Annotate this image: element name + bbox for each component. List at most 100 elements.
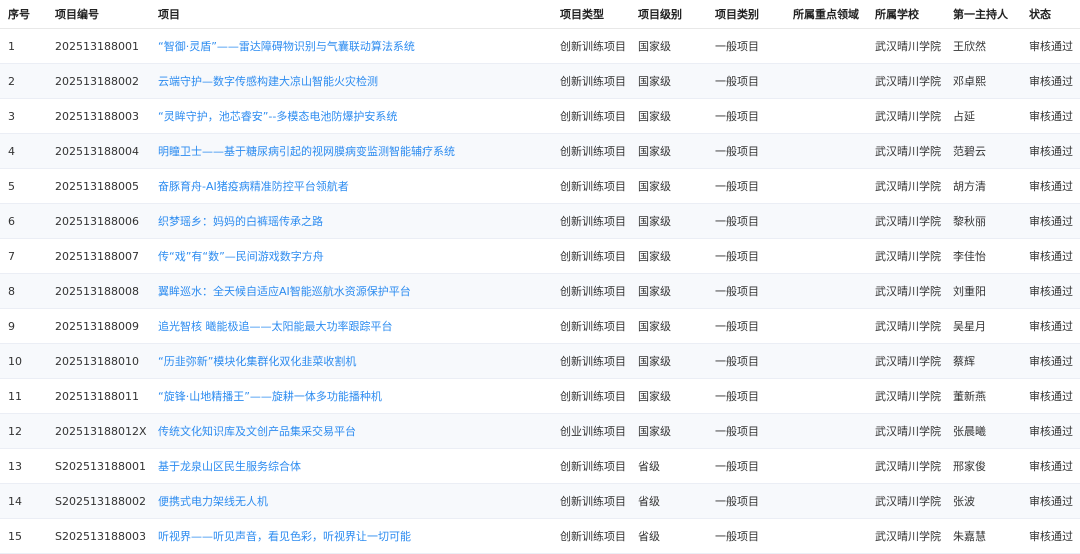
cell-type: 创新训练项目 xyxy=(552,238,630,274)
project-link[interactable]: 云端守护—数字传感构建大凉山智能火灾检测 xyxy=(158,75,378,88)
project-link[interactable]: “灵眸守护，池芯睿安”--多模态电池防爆护安系统 xyxy=(158,110,397,123)
cell-category: 一般项目 xyxy=(707,343,785,379)
cell-status: 审核通过 xyxy=(1021,28,1080,64)
cell-code: 202513188002 xyxy=(47,63,150,99)
cell-type: 创新训练项目 xyxy=(552,28,630,64)
cell-level: 国家级 xyxy=(630,168,707,204)
cell-field xyxy=(785,133,867,169)
cell-category: 一般项目 xyxy=(707,238,785,274)
cell-code: 202513188004 xyxy=(47,133,150,169)
cell-field xyxy=(785,413,867,449)
project-link[interactable]: “智御·灵盾”——雷达障碍物识别与气囊联动算法系统 xyxy=(158,40,415,53)
header-level: 项目级别 xyxy=(630,0,707,29)
project-link[interactable]: 翼眸巡水：全天候自适应AI智能巡航水资源保护平台 xyxy=(158,285,411,298)
cell-status: 审核通过 xyxy=(1021,518,1080,554)
cell-category: 一般项目 xyxy=(707,98,785,134)
cell-status: 审核通过 xyxy=(1021,63,1080,99)
cell-type: 创新训练项目 xyxy=(552,518,630,554)
cell-seq: 4 xyxy=(0,133,47,169)
cell-type: 创新训练项目 xyxy=(552,98,630,134)
project-link[interactable]: 便携式电力架线无人机 xyxy=(158,495,268,508)
cell-project: 织梦瑶乡：妈妈的白裤瑶传承之路 xyxy=(150,203,552,239)
project-link[interactable]: 传“戏”有“数”—民间游戏数字方舟 xyxy=(158,250,324,263)
cell-field xyxy=(785,273,867,309)
cell-level: 国家级 xyxy=(630,203,707,239)
cell-seq: 9 xyxy=(0,308,47,344)
header-code: 项目编号 xyxy=(47,0,150,29)
cell-field xyxy=(785,343,867,379)
cell-status: 审核通过 xyxy=(1021,168,1080,204)
cell-level: 国家级 xyxy=(630,98,707,134)
cell-status: 审核通过 xyxy=(1021,308,1080,344)
cell-category: 一般项目 xyxy=(707,203,785,239)
cell-seq: 14 xyxy=(0,483,47,519)
project-link[interactable]: “旋锋·山地精播王”——旋耕一体多功能播种机 xyxy=(158,390,382,403)
cell-project: 奋豚育舟-AI猪疫病精准防控平台领航者 xyxy=(150,168,552,204)
header-seq: 序号 xyxy=(0,0,47,29)
cell-project: “智御·灵盾”——雷达障碍物识别与气囊联动算法系统 xyxy=(150,28,552,64)
cell-level: 国家级 xyxy=(630,238,707,274)
cell-level: 国家级 xyxy=(630,133,707,169)
cell-school: 武汉晴川学院 xyxy=(867,518,945,554)
cell-field xyxy=(785,98,867,134)
cell-status: 审核通过 xyxy=(1021,483,1080,519)
cell-category: 一般项目 xyxy=(707,483,785,519)
cell-code: 202513188010 xyxy=(47,343,150,379)
header-type: 项目类型 xyxy=(552,0,630,29)
project-link[interactable]: 追光智核 曦能极追——太阳能最大功率跟踪平台 xyxy=(158,320,393,333)
table-row: 15 S202513188003 听视界——听见声音，看见色彩，听视界让一切可能 创新… xyxy=(0,518,1080,554)
project-link[interactable]: “历韭弥新”模块化集群化双化韭菜收割机 xyxy=(158,355,356,368)
cell-code: 202513188008 xyxy=(47,273,150,309)
cell-leader: 刘重阳 xyxy=(945,273,1021,309)
table-row: 5 202513188005 奋豚育舟-AI猪疫病精准防控平台领航者 创新训练项目 国家… xyxy=(0,168,1080,204)
project-link[interactable]: 传统文化知识库及文创产品集采交易平台 xyxy=(158,425,356,438)
cell-status: 审核通过 xyxy=(1021,378,1080,414)
table-row: 13 S202513188001 基于龙泉山区民生服务综合体 创新训练项目 省级 一般项目… xyxy=(0,448,1080,484)
cell-field xyxy=(785,483,867,519)
cell-project: 追光智核 曦能极追——太阳能最大功率跟踪平台 xyxy=(150,308,552,344)
cell-school: 武汉晴川学院 xyxy=(867,238,945,274)
cell-status: 审核通过 xyxy=(1021,413,1080,449)
header-name: 项目 xyxy=(150,0,552,29)
cell-category: 一般项目 xyxy=(707,448,785,484)
cell-type: 创新训练项目 xyxy=(552,378,630,414)
cell-code: 202513188006 xyxy=(47,203,150,239)
cell-level: 国家级 xyxy=(630,413,707,449)
table-row: 10 202513188010 “历韭弥新”模块化集群化双化韭菜收割机 创新训练项目国… xyxy=(0,343,1080,379)
cell-type: 创新训练项目 xyxy=(552,343,630,379)
cell-seq: 10 xyxy=(0,343,47,379)
table-row: 2 202513188002 云端守护—数字传感构建大凉山智能火灾检测 创新训练项目国… xyxy=(0,63,1080,99)
cell-code: 202513188005 xyxy=(47,168,150,204)
cell-category: 一般项目 xyxy=(707,273,785,309)
cell-school: 武汉晴川学院 xyxy=(867,413,945,449)
project-link[interactable]: 听视界——听见声音，看见色彩，听视界让一切可能 xyxy=(158,530,411,543)
cell-category: 一般项目 xyxy=(707,63,785,99)
cell-type: 创新训练项目 xyxy=(552,203,630,239)
project-link[interactable]: 奋豚育舟-AI猪疫病精准防控平台领航者 xyxy=(158,180,349,193)
project-link[interactable]: 基于龙泉山区民生服务综合体 xyxy=(158,460,301,473)
cell-category: 一般项目 xyxy=(707,133,785,169)
table-row: 9 202513188009 追光智核 曦能极追——太阳能最大功率跟踪平台 创新训练项… xyxy=(0,308,1080,344)
cell-school: 武汉晴川学院 xyxy=(867,308,945,344)
project-link[interactable]: 织梦瑶乡：妈妈的白裤瑶传承之路 xyxy=(158,215,323,228)
cell-seq: 2 xyxy=(0,63,47,99)
cell-category: 一般项目 xyxy=(707,518,785,554)
cell-school: 武汉晴川学院 xyxy=(867,168,945,204)
header-school: 所属学校 xyxy=(867,0,945,29)
cell-field xyxy=(785,63,867,99)
cell-level: 省级 xyxy=(630,483,707,519)
cell-type: 创新训练项目 xyxy=(552,448,630,484)
cell-status: 审核通过 xyxy=(1021,273,1080,309)
cell-field xyxy=(785,378,867,414)
cell-leader: 张晨曦 xyxy=(945,413,1021,449)
cell-level: 省级 xyxy=(630,518,707,554)
cell-leader: 邓卓熙 xyxy=(945,63,1021,99)
cell-project: 听视界——听见声音，看见色彩，听视界让一切可能 xyxy=(150,518,552,554)
project-link[interactable]: 明瞳卫士——基于糖尿病引起的视网膜病变监测智能辅疗系统 xyxy=(158,145,455,158)
cell-seq: 13 xyxy=(0,448,47,484)
cell-school: 武汉晴川学院 xyxy=(867,63,945,99)
cell-category: 一般项目 xyxy=(707,168,785,204)
cell-level: 国家级 xyxy=(630,63,707,99)
cell-code: 202513188011 xyxy=(47,378,150,414)
cell-leader: 张波 xyxy=(945,483,1021,519)
